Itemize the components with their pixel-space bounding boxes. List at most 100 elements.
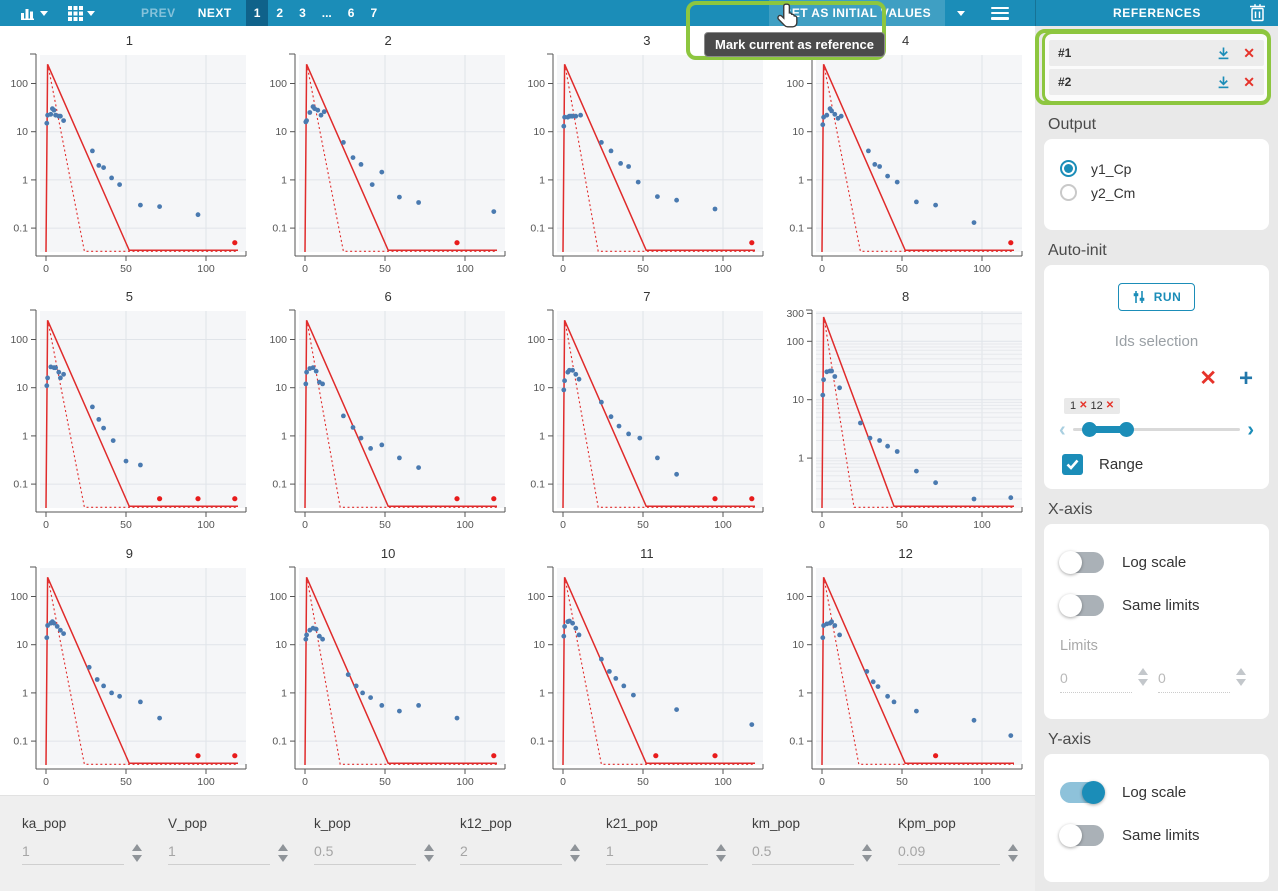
subplot-canvas[interactable]: 1001010.1050100 [265, 306, 512, 536]
output-option-y1_Cp[interactable]: y1_Cp [1060, 160, 1253, 177]
spin-down-icon[interactable] [424, 855, 434, 862]
subplot-5[interactable]: 51001010.1050100 [0, 282, 259, 538]
subplot-canvas[interactable]: 1001010.1050100 [782, 563, 1029, 793]
spin-up-icon[interactable] [716, 844, 726, 851]
spin-up-icon[interactable] [424, 844, 434, 851]
param-spinner[interactable] [278, 844, 288, 862]
xaxis-limit-min-input[interactable]: 0 [1060, 670, 1132, 693]
chevron-right-icon[interactable]: › [1244, 420, 1257, 440]
subplot-6[interactable]: 61001010.1050100 [259, 282, 518, 538]
add-selection-icon[interactable]: + [1239, 368, 1253, 390]
subplot-canvas[interactable]: 1001010.1050100 [265, 50, 512, 280]
trash-button[interactable] [1249, 3, 1266, 27]
yaxis-log-scale-toggle[interactable] [1060, 782, 1104, 803]
param-spinner[interactable] [862, 844, 872, 862]
param-spinner[interactable] [716, 844, 726, 862]
subplot-canvas[interactable]: 1001010.1050100 [6, 306, 253, 536]
page-button-3[interactable]: 3 [291, 0, 314, 26]
download-icon[interactable] [1216, 46, 1231, 61]
xaxis-limit-max-input[interactable]: 0 [1158, 670, 1230, 693]
svg-text:0.1: 0.1 [790, 223, 805, 235]
set-initial-dropdown-button[interactable] [945, 0, 977, 26]
spin-down-icon[interactable] [132, 855, 142, 862]
param-input[interactable]: 1 [22, 843, 124, 865]
page-button-...[interactable]: ... [314, 0, 340, 26]
subplot-4[interactable]: 41001010.1050100 [776, 26, 1035, 282]
download-icon[interactable] [1216, 75, 1231, 90]
subplot-canvas[interactable]: 1001010.1050100 [523, 50, 770, 280]
spin-up-icon[interactable] [1008, 844, 1018, 851]
tag-remove-icon[interactable]: ✕ [1106, 400, 1114, 411]
subplot-canvas[interactable]: 300100101050100 [782, 306, 1029, 536]
spin-down-icon[interactable] [862, 855, 872, 862]
subplot-7[interactable]: 71001010.1050100 [518, 282, 777, 538]
param-spinner[interactable] [570, 844, 580, 862]
subplot-canvas[interactable]: 1001010.1050100 [523, 563, 770, 793]
svg-text:100: 100 [973, 263, 991, 275]
svg-text:1: 1 [540, 174, 546, 186]
spin-down-icon[interactable] [1236, 679, 1246, 686]
subplot-1[interactable]: 11001010.1050100 [0, 26, 259, 282]
remove-reference-icon[interactable]: ✕ [1243, 75, 1255, 89]
subplot-10[interactable]: 101001010.1050100 [259, 539, 518, 795]
param-input[interactable]: 0.5 [314, 843, 416, 865]
param-spinner[interactable] [424, 844, 434, 862]
page-button-1[interactable]: 1 [246, 0, 269, 26]
spin-up-icon[interactable] [570, 844, 580, 851]
tag-remove-icon[interactable]: ✕ [1079, 400, 1087, 411]
yaxis-same-limits-toggle[interactable] [1060, 825, 1104, 846]
range-checkbox[interactable] [1062, 454, 1083, 475]
output-option-y2_Cm[interactable]: y2_Cm [1060, 184, 1253, 201]
radio-icon[interactable] [1060, 160, 1077, 177]
param-input[interactable]: 1 [168, 843, 270, 865]
subplot-12[interactable]: 121001010.1050100 [776, 539, 1035, 795]
page-button-6[interactable]: 6 [340, 0, 363, 26]
spin-down-icon[interactable] [1008, 855, 1018, 862]
subplot-canvas[interactable]: 1001010.1050100 [782, 50, 1029, 280]
clear-selection-icon[interactable]: ✕ [1199, 368, 1217, 390]
subplot-canvas[interactable]: 1001010.1050100 [523, 306, 770, 536]
next-button[interactable]: NEXT [198, 6, 232, 20]
subplot-3[interactable]: 31001010.1050100 [518, 26, 777, 282]
spin-up-icon[interactable] [278, 844, 288, 851]
prev-button[interactable]: PREV [141, 6, 176, 20]
param-spinner[interactable] [132, 844, 142, 862]
spin-up-icon[interactable] [1138, 668, 1148, 675]
spin-down-icon[interactable] [716, 855, 726, 862]
param-input[interactable]: 2 [460, 843, 562, 865]
chart-type-button[interactable] [20, 6, 48, 20]
limit-max-spinner[interactable] [1236, 668, 1246, 686]
run-button[interactable]: RUN [1118, 283, 1196, 311]
spin-up-icon[interactable] [1236, 668, 1246, 675]
subplot-11[interactable]: 111001010.1050100 [518, 539, 777, 795]
subplot-8[interactable]: 8300100101050100 [776, 282, 1035, 538]
subplot-canvas[interactable]: 1001010.1050100 [265, 563, 512, 793]
subplot-9[interactable]: 91001010.1050100 [0, 539, 259, 795]
set-as-initial-values-button[interactable]: SET AS INITIAL VALUES [769, 0, 945, 26]
subplot-canvas[interactable]: 1001010.1050100 [6, 50, 253, 280]
param-input[interactable]: 1 [606, 843, 708, 865]
slider-track[interactable] [1073, 428, 1241, 431]
page-button-2[interactable]: 2 [268, 0, 291, 26]
limit-min-spinner[interactable] [1138, 668, 1148, 686]
slider-handle-min[interactable] [1082, 422, 1097, 437]
radio-icon[interactable] [1060, 184, 1077, 201]
menu-button[interactable] [991, 7, 1009, 20]
spin-down-icon[interactable] [1138, 679, 1148, 686]
spin-up-icon[interactable] [132, 844, 142, 851]
remove-reference-icon[interactable]: ✕ [1243, 46, 1255, 60]
param-input[interactable]: 0.09 [898, 843, 1000, 865]
spin-down-icon[interactable] [570, 855, 580, 862]
param-spinner[interactable] [1008, 844, 1018, 862]
xaxis-log-scale-toggle[interactable] [1060, 552, 1104, 573]
slider-handle-max[interactable] [1119, 422, 1134, 437]
layout-grid-button[interactable] [68, 6, 95, 21]
page-button-7[interactable]: 7 [362, 0, 385, 26]
subplot-2[interactable]: 21001010.1050100 [259, 26, 518, 282]
spin-down-icon[interactable] [278, 855, 288, 862]
param-input[interactable]: 0.5 [752, 843, 854, 865]
xaxis-same-limits-toggle[interactable] [1060, 595, 1104, 616]
subplot-canvas[interactable]: 1001010.1050100 [6, 563, 253, 793]
spin-up-icon[interactable] [862, 844, 872, 851]
chevron-left-icon[interactable]: ‹ [1056, 420, 1069, 440]
